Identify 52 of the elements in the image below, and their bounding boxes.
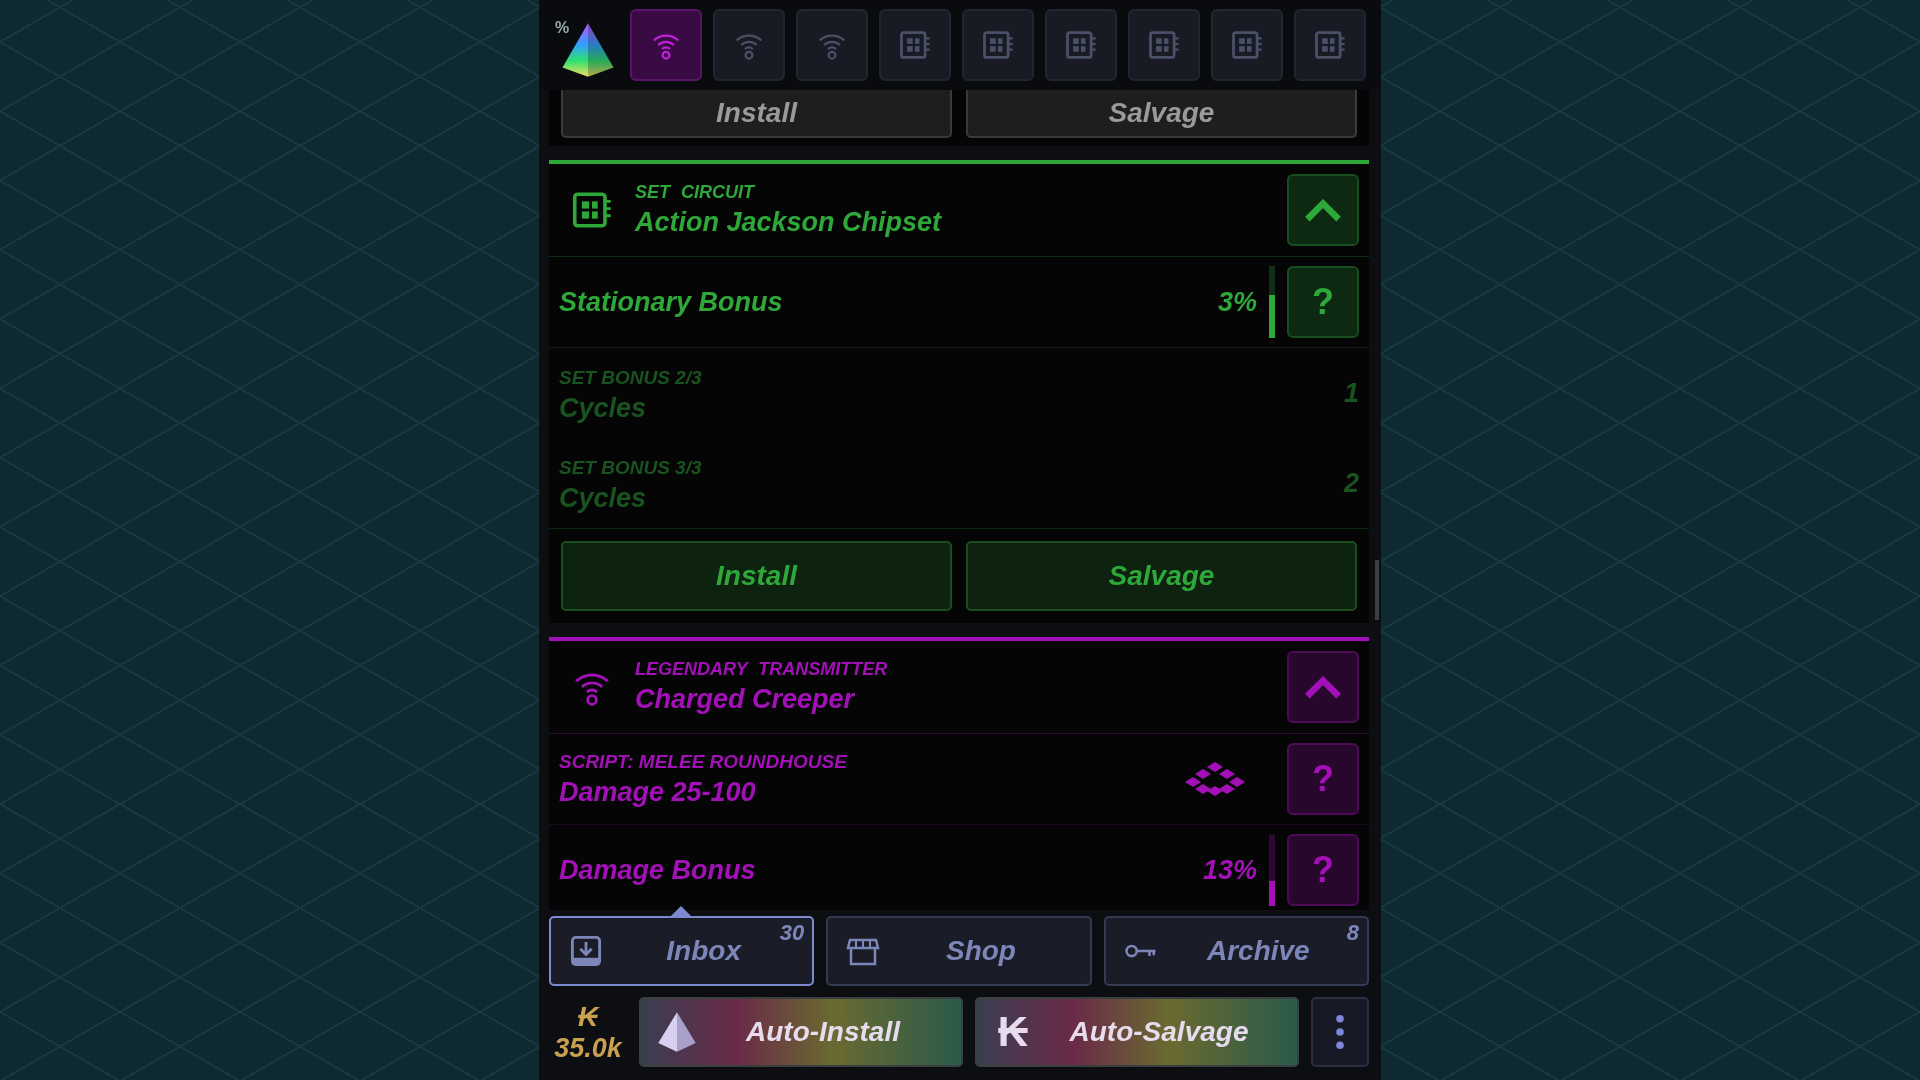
stat-value: 3% (1217, 286, 1257, 318)
category-tab[interactable] (879, 9, 951, 81)
more-button[interactable] (1311, 997, 1369, 1067)
auto-salvage-button[interactable]: ₭ Auto-Salvage (975, 997, 1299, 1067)
chevron-icon (1303, 197, 1343, 223)
item-title: Charged Creeper (635, 684, 856, 715)
currency-amount: 35.0k (554, 1032, 622, 1064)
count-label: 8 (1346, 920, 1359, 946)
diamond-grid-icon (1183, 762, 1247, 796)
item-rarity: LEGENDARY TRANSMITTER (635, 659, 889, 680)
stat-name: Damage Bonus (559, 854, 757, 886)
nav-button[interactable]: Archive 8 (1103, 916, 1369, 986)
count-label: 30 (779, 920, 805, 946)
category-tab[interactable] (630, 9, 702, 81)
script-name: Damage 25-100 (559, 776, 757, 808)
bonus-value: 1 (1343, 377, 1359, 409)
stat-name: Stationary Bonus (559, 286, 784, 318)
category-tab[interactable] (1294, 9, 1366, 81)
inbox-icon (569, 934, 603, 968)
item-rarity: SET CIRCUIT (635, 182, 757, 203)
currency-glyph: ₭ (996, 1008, 1030, 1056)
bonus-name: Cycles (559, 482, 648, 514)
help-button[interactable]: ? (1287, 834, 1359, 906)
collapse-button[interactable] (1287, 651, 1359, 723)
category-tab[interactable] (796, 9, 868, 81)
stat-value: 13% (1202, 854, 1257, 886)
auto-install-button[interactable]: Auto-Install (639, 997, 963, 1067)
nav-button[interactable]: Shop (826, 916, 1092, 986)
more-icon (1335, 1013, 1345, 1051)
bonus-label: SET BONUS 3/3 (559, 456, 703, 479)
scrollbar[interactable] (1375, 560, 1379, 620)
category-tab[interactable] (962, 9, 1034, 81)
help-button[interactable]: ? (1287, 266, 1359, 338)
category-tab[interactable] (1045, 9, 1117, 81)
install-button[interactable]: Install (561, 90, 952, 138)
collapse-button[interactable] (1287, 174, 1359, 246)
bonus-name: Cycles (559, 392, 648, 424)
category-tab[interactable] (1211, 9, 1283, 81)
salvage-button[interactable]: Salvage (966, 541, 1357, 611)
salvage-button[interactable]: Salvage (966, 90, 1357, 138)
chevron-icon (1303, 674, 1343, 700)
percent-label: % (555, 19, 570, 37)
bonus-label: SET BONUS 2/3 (559, 366, 703, 389)
install-button[interactable]: Install (561, 541, 952, 611)
help-button[interactable]: ? (1287, 743, 1359, 815)
item-title: Action Jackson Chipset (635, 207, 943, 238)
currency-symbol: ₭ (577, 1000, 599, 1033)
bonus-value: 2 (1343, 467, 1359, 499)
script-label: SCRIPT: MELEE ROUNDHOUSE (559, 750, 849, 773)
category-tab[interactable] (713, 9, 785, 81)
category-tab[interactable] (1128, 9, 1200, 81)
pointer-icon (671, 906, 691, 916)
